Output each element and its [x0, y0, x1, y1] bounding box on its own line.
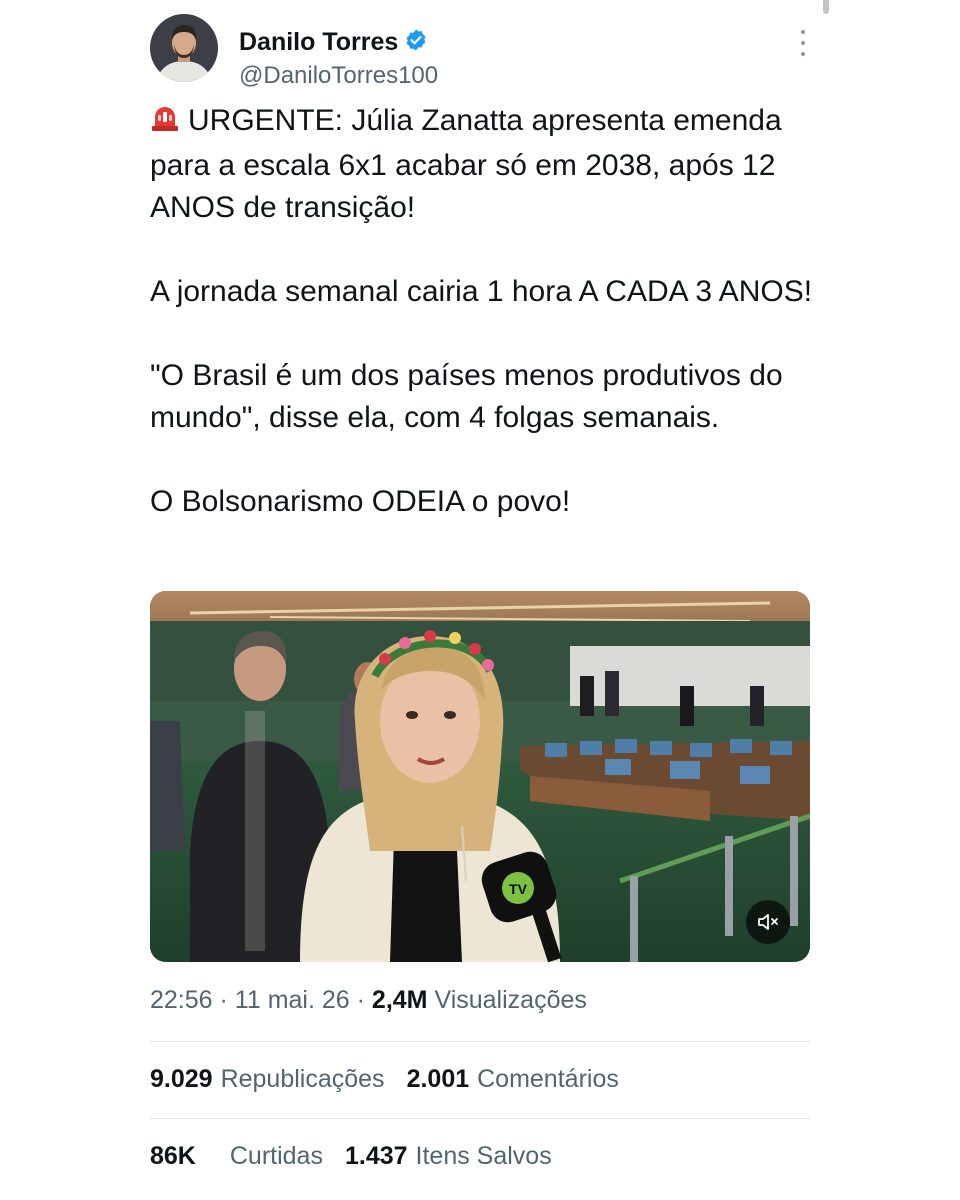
video-player[interactable]: TV: [150, 591, 810, 962]
comments-stat[interactable]: 2.001 Comentários: [407, 1065, 619, 1094]
bookmarks-label: Itens Salvos: [415, 1142, 552, 1170]
siren-emoji-icon: [150, 103, 180, 145]
author-handle[interactable]: @DaniloTorres100: [239, 62, 438, 90]
reposts-label: Republicações: [220, 1065, 385, 1093]
tweet-paragraph: URGENTE: Júlia Zanatta apresenta emenda …: [150, 100, 820, 229]
avatar[interactable]: [150, 14, 218, 82]
views-label: Visualizações: [434, 986, 587, 1014]
likes-label: Curtidas: [229, 1142, 323, 1170]
tweet-paragraph-4: O Bolsonarismo ODEIA o povo!: [150, 485, 571, 518]
tweet-text: URGENTE: Júlia Zanatta apresenta emenda …: [150, 100, 820, 523]
bookmarks-stat[interactable]: 1.437 Itens Salvos: [345, 1142, 552, 1171]
divider: [150, 1041, 810, 1042]
tweet-paragraph-3: "O Brasil é um dos países menos produtiv…: [150, 359, 783, 434]
mute-toggle-icon[interactable]: [746, 900, 790, 944]
tweet-paragraph-1: URGENTE: Júlia Zanatta apresenta emenda …: [150, 104, 782, 224]
views-count[interactable]: 2,4M: [372, 986, 428, 1014]
verified-badge-icon: [404, 28, 428, 57]
meta-separator: ·: [219, 986, 228, 1014]
bookmarks-count: 1.437: [344, 1142, 408, 1170]
svg-text:TV: TV: [509, 881, 528, 897]
likes-stat[interactable]: 86K Curtidas: [150, 1142, 323, 1171]
comments-count: 2.001: [406, 1065, 470, 1093]
likes-count: 86K: [150, 1142, 196, 1170]
more-options-icon[interactable]: [796, 28, 810, 58]
tweet-time[interactable]: 22:56: [150, 986, 213, 1014]
reposts-stat[interactable]: 9.029 Republicações: [150, 1065, 385, 1094]
comments-label: Comentários: [477, 1065, 619, 1093]
tweet-header: Danilo Torres @DaniloTorres100: [150, 14, 810, 89]
scrollbar-thumb[interactable]: [823, 0, 829, 14]
reposts-count: 9.029: [150, 1065, 213, 1093]
tweet-paragraph-2: A jornada semanal cairia 1 hora A CADA 3…: [150, 275, 813, 308]
author-name[interactable]: Danilo Torres: [239, 28, 398, 57]
meta-separator: ·: [356, 986, 365, 1014]
divider: [150, 1118, 810, 1119]
tweet-date[interactable]: 11 mai. 26: [235, 986, 350, 1014]
stats-row-1: 9.029 Republicações 2.001 Comentários: [150, 1065, 619, 1094]
tweet-meta: 22:56 · 11 mai. 26 · 2,4M Visualizações: [150, 986, 587, 1015]
stats-row-2: 86K Curtidas 1.437 Itens Salvos: [150, 1142, 552, 1171]
